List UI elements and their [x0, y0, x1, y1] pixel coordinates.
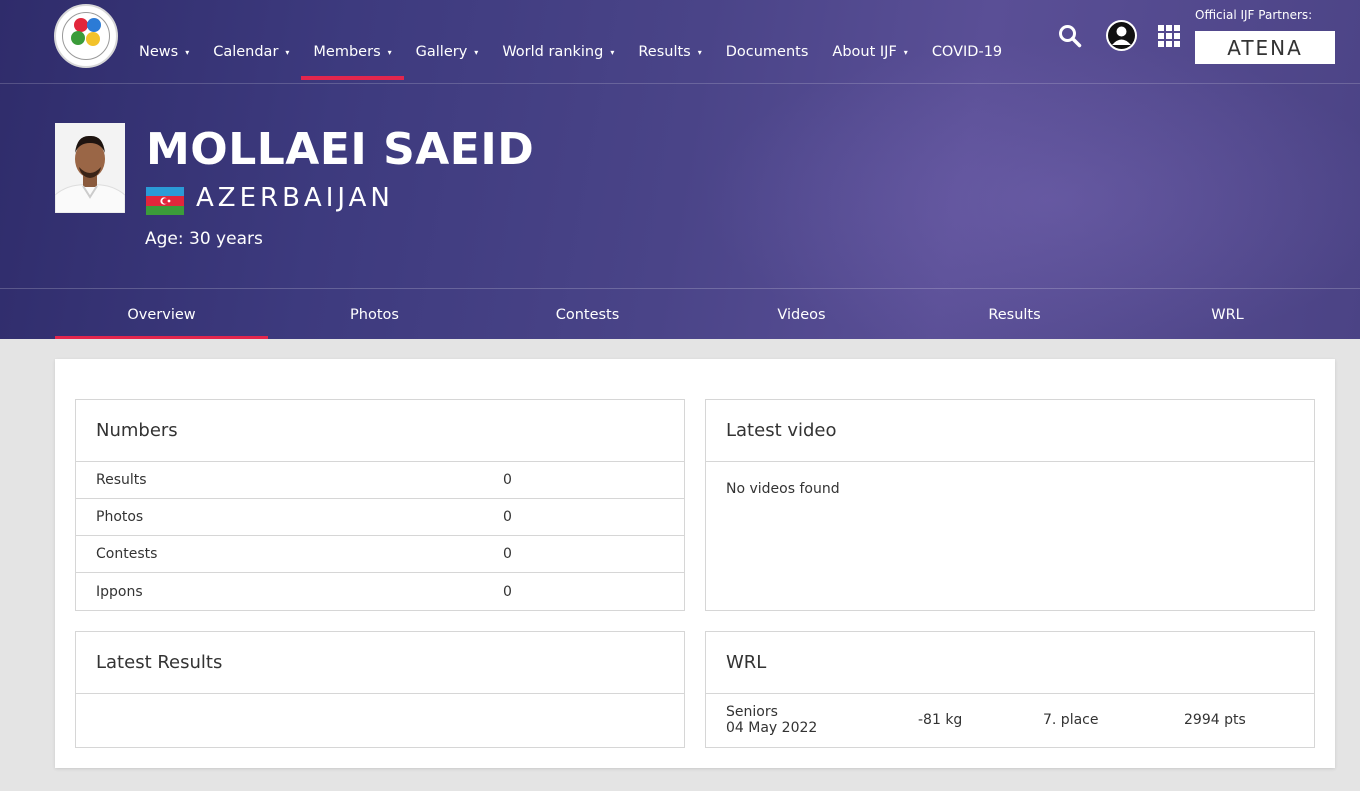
numbers-row: Ippons 0: [76, 573, 684, 610]
user-account-icon[interactable]: [1105, 19, 1138, 56]
logo-blue-circle: [87, 18, 101, 32]
numbers-row-label: Photos: [96, 509, 144, 525]
nav-news-label: News: [139, 44, 179, 60]
chevron-down-icon: ▾: [387, 47, 392, 57]
top-navigation: News ▾ Calendar ▾ Members ▾ Gallery ▾ World …: [0, 0, 1360, 84]
nav-members-label: Members: [313, 44, 381, 60]
nav-calendar[interactable]: Calendar ▾: [213, 44, 289, 60]
nav-covid-19[interactable]: COVID-19: [932, 44, 1002, 60]
tab-photos-label: Photos: [350, 306, 399, 323]
nav-members[interactable]: Members ▾: [301, 44, 404, 80]
partner-name: ATENA: [1227, 35, 1303, 60]
search-icon[interactable]: [1058, 24, 1082, 52]
wrl-place: 7. place: [1043, 712, 1099, 728]
logo-red-circle: [74, 18, 88, 32]
chevron-down-icon: ▾: [697, 47, 702, 57]
numbers-row-label: Ippons: [96, 583, 143, 600]
wrl-card: WRL Seniors 04 May 2022 -81 kg 7. place …: [705, 631, 1315, 748]
wrl-date: 04 May 2022: [726, 720, 818, 736]
partners-label: Official IJF Partners:: [1195, 8, 1313, 22]
no-videos-message: No videos found: [726, 481, 840, 497]
nav-covid-19-label: COVID-19: [931, 44, 1003, 60]
athlete-photo: [55, 123, 125, 213]
nav-calendar-label: Calendar: [213, 44, 279, 60]
tab-results[interactable]: Results: [908, 289, 1121, 339]
tab-videos[interactable]: Videos: [695, 289, 908, 339]
nav-gallery-label: Gallery: [415, 44, 468, 60]
nav-about-ijf[interactable]: About IJF ▾: [832, 44, 907, 60]
athlete-name: MOLLAEI SAEID: [146, 124, 535, 175]
nav-results[interactable]: Results ▾: [638, 44, 701, 60]
numbers-title: Numbers: [76, 400, 684, 462]
tab-overview-label: Overview: [127, 306, 196, 323]
tab-wrl[interactable]: WRL: [1121, 289, 1334, 339]
partner-logo-atena[interactable]: ATENA: [1195, 31, 1335, 64]
wrl-entry[interactable]: Seniors 04 May 2022 -81 kg 7. place 2994…: [706, 694, 1314, 747]
logo-green-circle: [71, 31, 85, 45]
latest-results-card: Latest Results: [75, 631, 685, 748]
nav-gallery[interactable]: Gallery ▾: [416, 44, 479, 60]
tab-videos-label: Videos: [777, 306, 826, 323]
nav-about-ijf-label: About IJF: [832, 44, 897, 60]
nav-documents-label: Documents: [725, 44, 809, 60]
ijf-logo[interactable]: [54, 4, 118, 68]
wrl-title: WRL: [706, 632, 1314, 694]
tab-contests[interactable]: Contests: [481, 289, 694, 339]
wrl-points: 2994 pts: [1184, 712, 1246, 728]
numbers-row-value: 0: [503, 472, 512, 488]
numbers-card: Numbers Results 0 Photos 0 Contests 0 Ippon…: [75, 399, 685, 611]
chevron-down-icon: ▾: [610, 47, 615, 57]
chevron-down-icon: ▾: [185, 47, 190, 57]
chevron-down-icon: ▾: [474, 47, 479, 57]
latest-video-title: Latest video: [706, 400, 1314, 462]
wrl-weight: -81 kg: [918, 712, 963, 728]
tab-wrl-label: WRL: [1211, 306, 1244, 323]
athlete-age: Age: 30 years: [145, 229, 263, 249]
hero-banner: News ▾ Calendar ▾ Members ▾ Gallery ▾ World …: [0, 0, 1360, 339]
chevron-down-icon: ▾: [903, 47, 908, 57]
numbers-row: Results 0: [76, 462, 684, 499]
numbers-row: Photos 0: [76, 499, 684, 536]
chevron-down-icon: ▾: [285, 47, 290, 57]
azerbaijan-flag-icon: [146, 187, 184, 215]
tab-photos[interactable]: Photos: [268, 289, 481, 339]
nav-world-ranking-label: World ranking: [502, 44, 604, 60]
wrl-category: Seniors: [726, 704, 778, 720]
nav-world-ranking[interactable]: World ranking ▾: [502, 44, 614, 60]
nav-results-label: Results: [638, 44, 691, 60]
numbers-row-value: 0: [503, 546, 512, 562]
tab-results-label: Results: [988, 306, 1041, 323]
apps-grid-icon[interactable]: [1158, 25, 1180, 51]
numbers-row-value: 0: [503, 583, 512, 600]
athlete-country: AZERBAIJAN: [196, 183, 394, 213]
main-nav: News ▾ Calendar ▾ Members ▾ Gallery ▾ World …: [139, 44, 1026, 80]
profile-tabs: Overview Photos Contests Videos Results …: [0, 288, 1360, 339]
numbers-row: Contests 0: [76, 536, 684, 573]
tab-contests-label: Contests: [555, 306, 620, 323]
nav-documents[interactable]: Documents: [726, 44, 809, 60]
logo-yellow-circle: [86, 32, 100, 46]
latest-video-card: Latest video No videos found: [705, 399, 1315, 611]
numbers-row-value: 0: [503, 509, 512, 525]
tab-overview[interactable]: Overview: [55, 289, 268, 339]
numbers-row-label: Results: [96, 472, 147, 488]
overview-panel: Numbers Results 0 Photos 0 Contests 0 Ippon…: [55, 359, 1335, 768]
numbers-row-label: Contests: [96, 546, 158, 562]
latest-results-title: Latest Results: [76, 632, 684, 694]
nav-news[interactable]: News ▾: [139, 44, 189, 60]
